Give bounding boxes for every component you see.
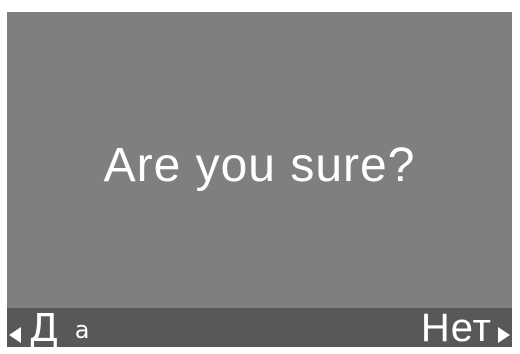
no-label: Нет <box>420 305 492 348</box>
yes-label-suffix: а <box>74 315 90 344</box>
confirm-dialog-screen: Are you sure? Д а Нет <box>7 12 512 347</box>
yes-label-main: Д <box>29 305 61 347</box>
softkey-bar: Д а Нет <box>7 308 512 347</box>
yes-softkey[interactable]: Д а <box>9 308 89 347</box>
triangle-right-icon <box>498 326 510 343</box>
message-area: Are you sure? <box>7 12 512 308</box>
no-softkey[interactable]: Нет <box>421 308 510 347</box>
confirm-message: Are you sure? <box>103 138 416 192</box>
triangle-left-icon <box>9 326 21 343</box>
